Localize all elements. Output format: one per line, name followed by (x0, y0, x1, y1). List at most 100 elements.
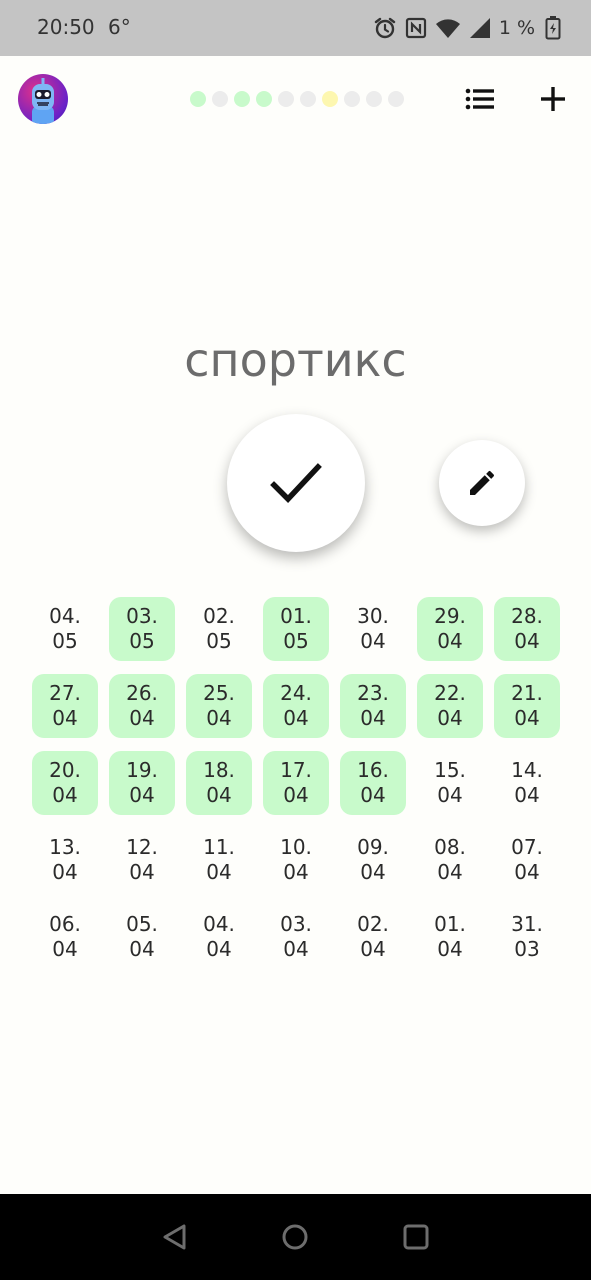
date-day: 22. (434, 681, 466, 705)
date-month: 04 (514, 706, 540, 730)
date-day: 27. (49, 681, 81, 705)
date-cell[interactable]: 31. 03 (494, 905, 560, 969)
home-circle-icon (282, 1224, 308, 1250)
date-month: 04 (283, 937, 309, 961)
date-day: 18. (203, 758, 235, 782)
date-cell[interactable]: 02. 04 (340, 905, 406, 969)
date-day: 19. (126, 758, 158, 782)
date-month: 04 (206, 860, 232, 884)
progress-dot (234, 91, 250, 107)
date-day: 08. (434, 835, 466, 859)
date-cell[interactable]: 08. 04 (417, 828, 483, 892)
date-day: 01. (434, 912, 466, 936)
date-month: 04 (360, 937, 386, 961)
status-time: 20:50 (37, 15, 95, 39)
date-day: 09. (357, 835, 389, 859)
date-cell[interactable]: 26. 04 (109, 674, 175, 738)
date-day: 31. (511, 912, 543, 936)
date-cell[interactable]: 13. 04 (32, 828, 98, 892)
signal-icon (469, 18, 490, 38)
date-cell[interactable]: 15. 04 (417, 751, 483, 815)
date-day: 28. (511, 604, 543, 628)
progress-dot (366, 91, 382, 107)
date-day: 01. (280, 604, 312, 628)
home-button[interactable] (278, 1220, 312, 1254)
recents-square-icon (403, 1224, 429, 1250)
date-cell[interactable]: 16. 04 (340, 751, 406, 815)
date-cell[interactable]: 20. 04 (32, 751, 98, 815)
date-day: 25. (203, 681, 235, 705)
date-cell[interactable]: 05. 04 (109, 905, 175, 969)
status-temperature: 6° (108, 15, 131, 39)
date-cell[interactable]: 22. 04 (417, 674, 483, 738)
progress-dot (300, 91, 316, 107)
back-button[interactable] (158, 1220, 192, 1254)
date-cell[interactable]: 03. 05 (109, 597, 175, 661)
date-day: 21. (511, 681, 543, 705)
date-day: 13. (49, 835, 81, 859)
date-cell[interactable]: 07. 04 (494, 828, 560, 892)
date-cell[interactable]: 25. 04 (186, 674, 252, 738)
list-button[interactable] (463, 82, 497, 116)
date-day: 30. (357, 604, 389, 628)
date-month: 04 (437, 937, 463, 961)
edit-button[interactable] (439, 440, 525, 526)
date-month: 05 (283, 629, 309, 653)
date-cell[interactable]: 14. 04 (494, 751, 560, 815)
date-month: 04 (283, 860, 309, 884)
status-bar: 20:50 6° 1 % (0, 0, 591, 56)
date-month: 04 (206, 783, 232, 807)
date-cell[interactable]: 23. 04 (340, 674, 406, 738)
progress-dot (190, 91, 206, 107)
date-cell[interactable]: 24. 04 (263, 674, 329, 738)
date-cell[interactable]: 28. 04 (494, 597, 560, 661)
date-month: 04 (129, 860, 155, 884)
date-month: 04 (206, 937, 232, 961)
date-cell[interactable]: 17. 04 (263, 751, 329, 815)
date-month: 04 (514, 783, 540, 807)
date-day: 03. (126, 604, 158, 628)
date-cell[interactable]: 02. 05 (186, 597, 252, 661)
date-month: 04 (360, 629, 386, 653)
recents-button[interactable] (399, 1220, 433, 1254)
date-cell[interactable]: 12. 04 (109, 828, 175, 892)
date-cell[interactable]: 10. 04 (263, 828, 329, 892)
date-cell[interactable]: 29. 04 (417, 597, 483, 661)
date-month: 04 (437, 860, 463, 884)
top-bar (0, 56, 591, 142)
progress-dot (212, 91, 228, 107)
date-cell[interactable]: 27. 04 (32, 674, 98, 738)
date-cell[interactable]: 19. 04 (109, 751, 175, 815)
check-button[interactable] (227, 414, 365, 552)
alarm-icon (374, 17, 396, 39)
date-day: 02. (203, 604, 235, 628)
date-cell[interactable]: 03. 04 (263, 905, 329, 969)
date-cell[interactable]: 30. 04 (340, 597, 406, 661)
date-day: 23. (357, 681, 389, 705)
date-month: 05 (206, 629, 232, 653)
date-month: 04 (52, 937, 78, 961)
date-cell[interactable]: 18. 04 (186, 751, 252, 815)
date-month: 04 (437, 783, 463, 807)
date-day: 14. (511, 758, 543, 782)
date-cell[interactable]: 09. 04 (340, 828, 406, 892)
date-month: 04 (360, 783, 386, 807)
date-day: 11. (203, 835, 235, 859)
habit-title: спортикс (184, 333, 407, 387)
date-month: 04 (129, 706, 155, 730)
date-day: 29. (434, 604, 466, 628)
list-icon (465, 88, 494, 110)
date-cell[interactable]: 06. 04 (32, 905, 98, 969)
date-cell[interactable]: 01. 05 (263, 597, 329, 661)
progress-dot (344, 91, 360, 107)
date-cell[interactable]: 21. 04 (494, 674, 560, 738)
date-cell[interactable]: 01. 04 (417, 905, 483, 969)
add-button[interactable] (536, 82, 570, 116)
date-cell[interactable]: 04. 05 (32, 597, 98, 661)
date-month: 04 (360, 860, 386, 884)
avatar[interactable] (18, 74, 68, 124)
date-cell[interactable]: 04. 04 (186, 905, 252, 969)
date-cell[interactable]: 11. 04 (186, 828, 252, 892)
battery-charging-icon (545, 16, 561, 40)
date-day: 04. (49, 604, 81, 628)
